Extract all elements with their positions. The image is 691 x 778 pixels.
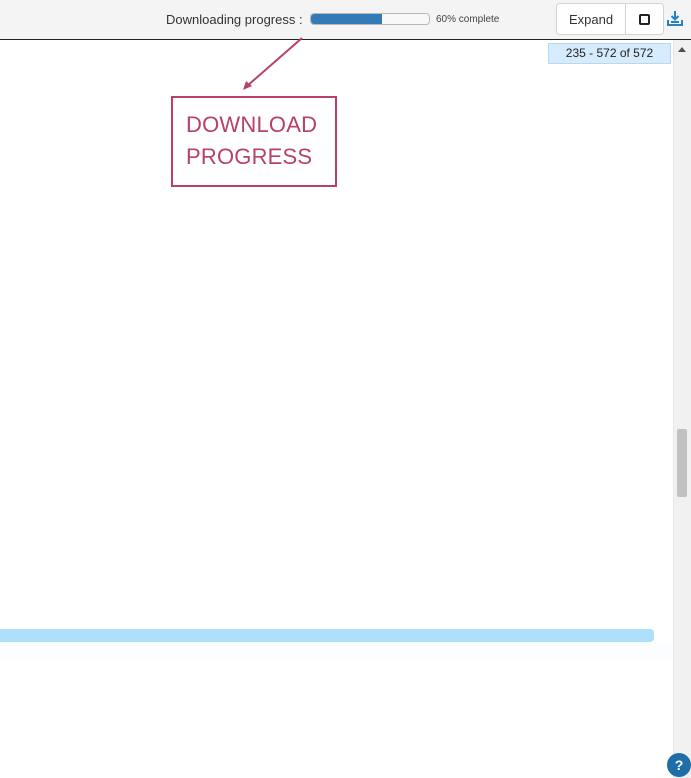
progress-bar-fill (311, 14, 382, 24)
annotation-callout: DOWNLOAD PROGRESS (171, 96, 337, 187)
help-button[interactable]: ? (667, 753, 691, 777)
annotation-line-1: DOWNLOAD (186, 112, 318, 137)
stop-square-icon (639, 13, 650, 25)
scrollbar-thumb[interactable] (677, 429, 687, 497)
annotation-line-2: PROGRESS (186, 144, 313, 169)
download-icon[interactable] (667, 10, 683, 28)
progress-bar (310, 13, 430, 25)
toolbar: Downloading progress : 60% complete Expa… (0, 0, 691, 40)
row-range-indicator: 235 - 572 of 572 (548, 43, 671, 64)
progress-label: Downloading progress : (166, 12, 303, 27)
scroll-up-arrow-icon[interactable] (678, 47, 686, 52)
stop-button[interactable] (626, 4, 663, 34)
toolbar-button-group: Expand (556, 3, 664, 35)
help-icon: ? (674, 757, 684, 773)
highlighted-row[interactable] (0, 629, 654, 642)
vertical-scrollbar[interactable] (673, 40, 691, 778)
expand-button[interactable]: Expand (557, 4, 626, 34)
progress-percent-text: 60% complete (436, 14, 500, 25)
annotation-arrow (243, 37, 303, 90)
table-row[interactable] (0, 642, 673, 658)
page: Downloading progress : 60% complete Expa… (0, 0, 691, 778)
